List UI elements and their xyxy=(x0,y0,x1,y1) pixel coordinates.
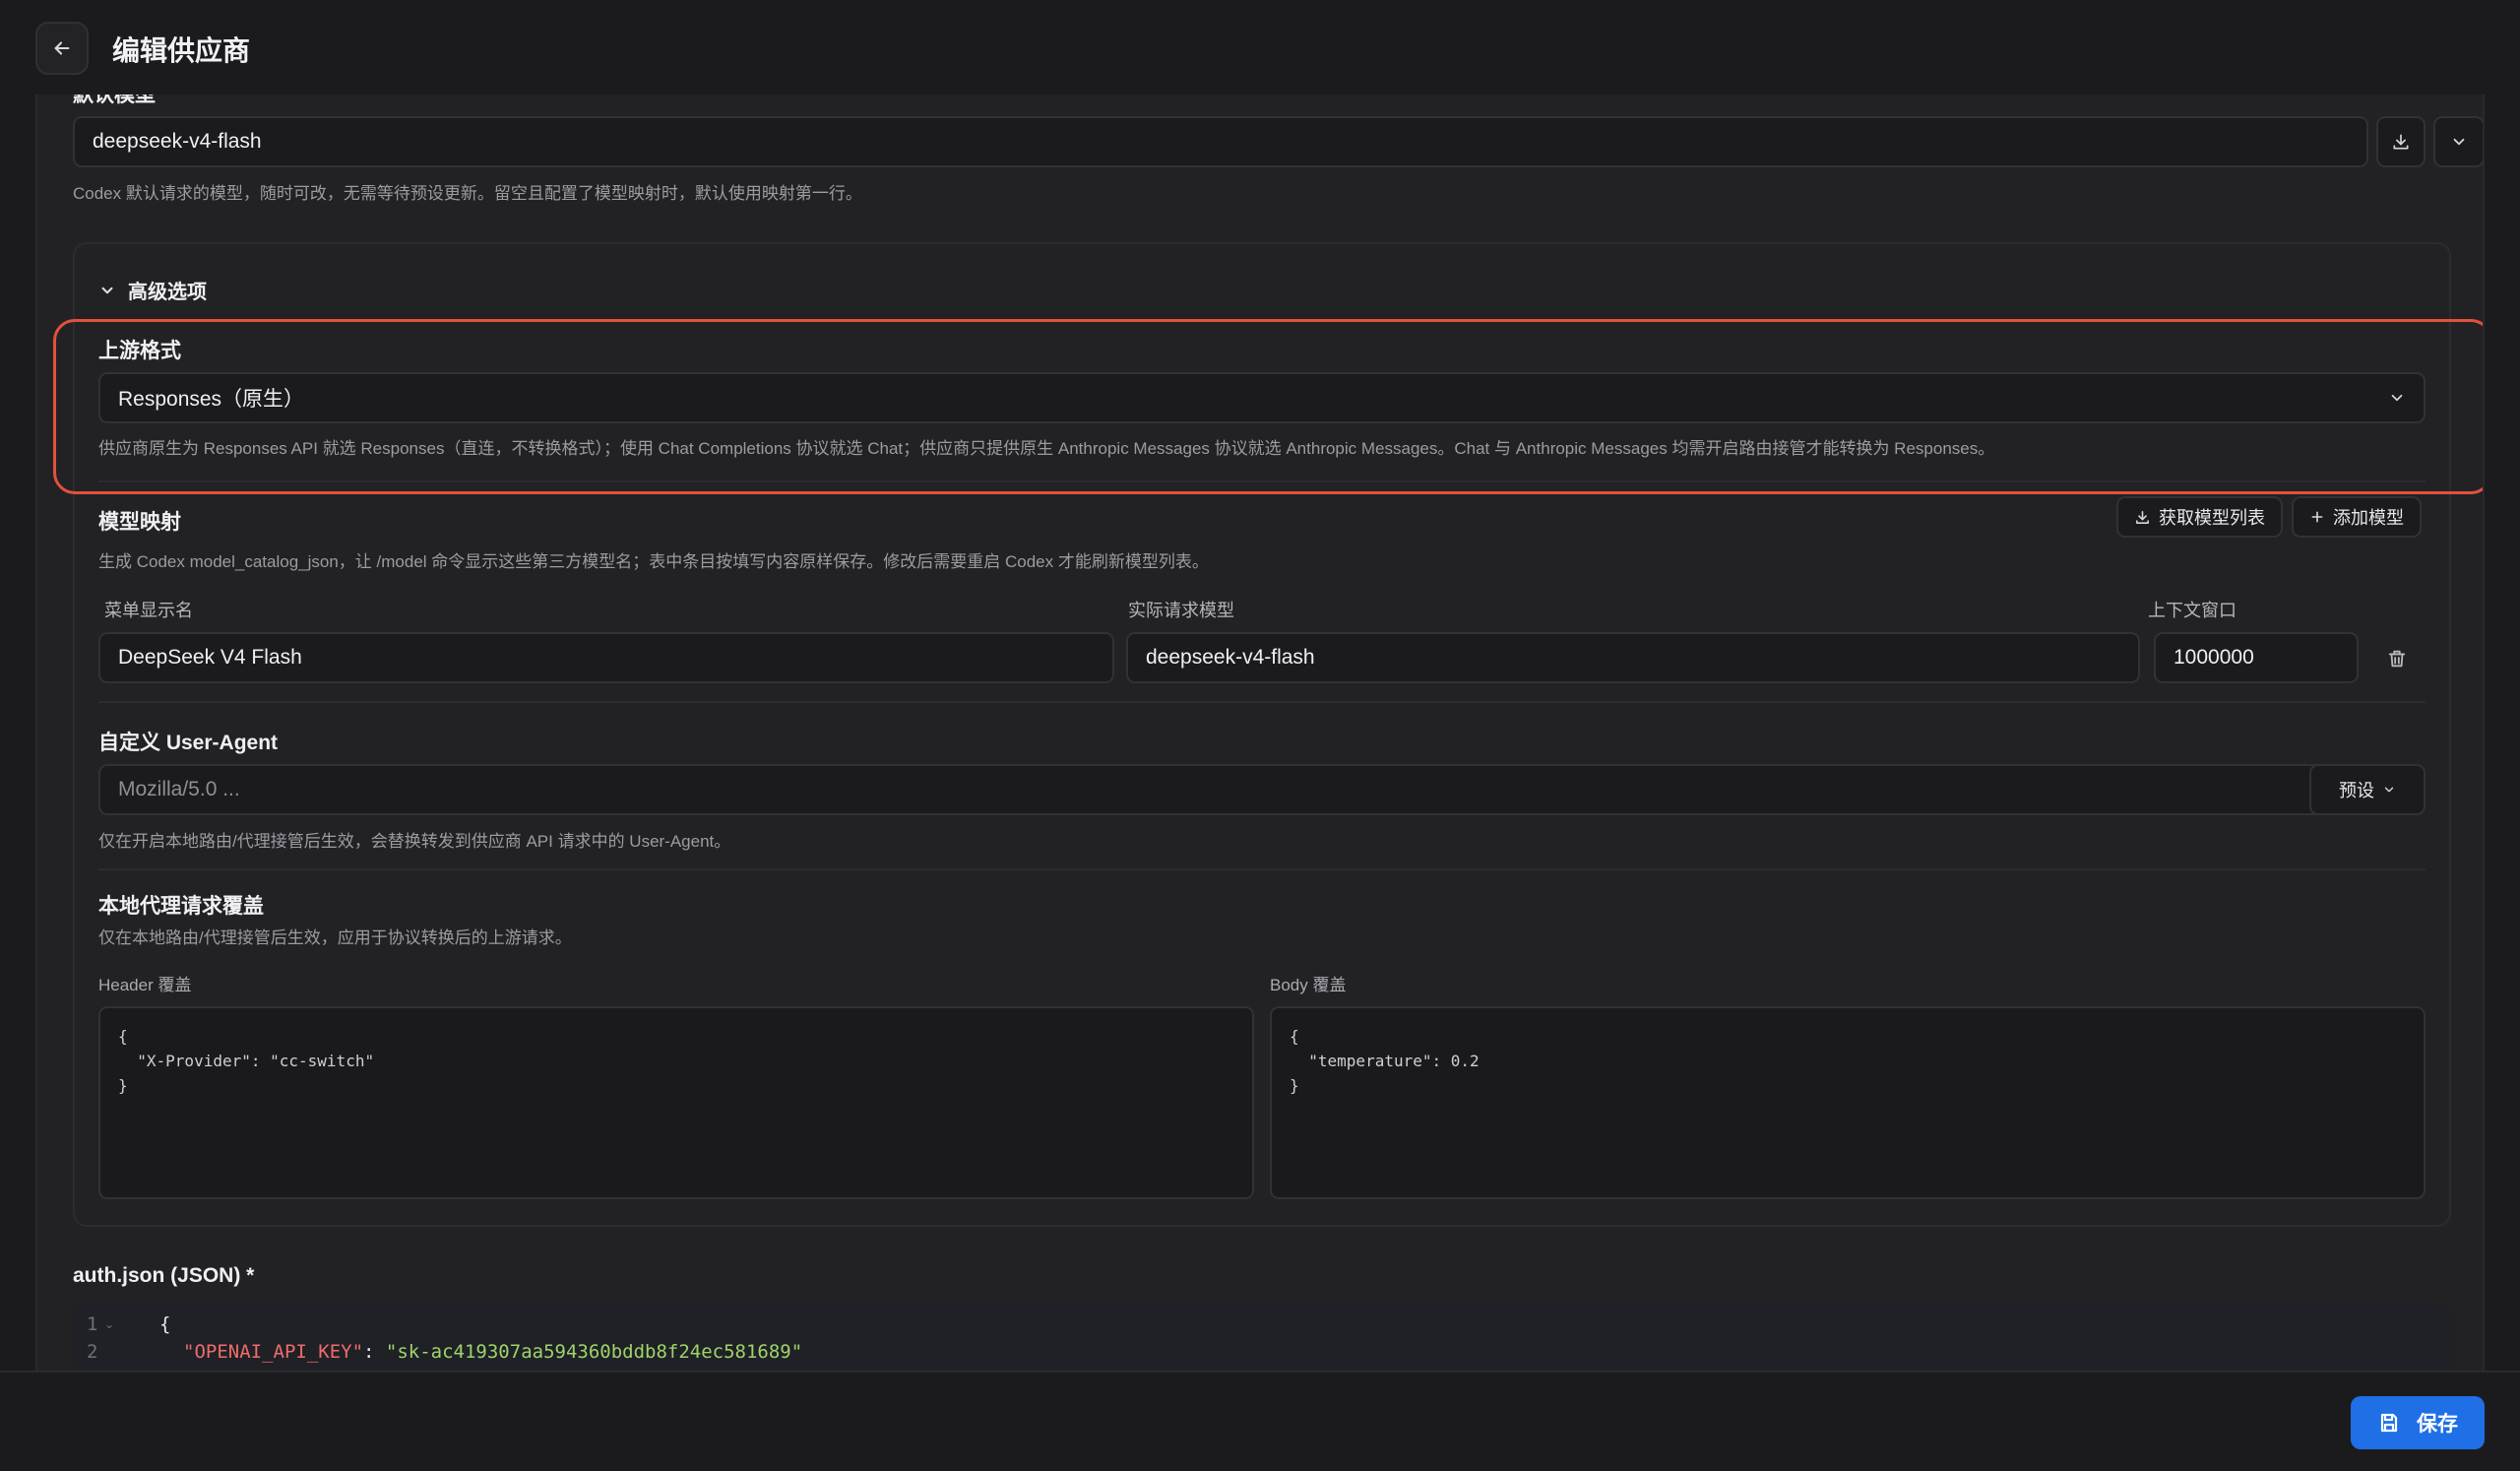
code-line-1: { xyxy=(159,1313,171,1335)
model-mapping-label: 模型映射 xyxy=(98,511,181,534)
fetch-model-button[interactable] xyxy=(2376,116,2426,167)
page-title: 编辑供应商 xyxy=(112,35,251,66)
default-model-hint: Codex 默认请求的模型，随时可改，无需等待预设更新。留空且配置了模型映射时，… xyxy=(73,184,862,203)
save-button[interactable]: 保存 xyxy=(2351,1396,2485,1449)
default-model-label: 默认模型 xyxy=(73,95,156,106)
trash-icon xyxy=(2388,650,2406,668)
auth-json-label: auth.json (JSON) * xyxy=(73,1264,255,1287)
json-string: "sk-ac419307aa594360bddb8f24ec581689" xyxy=(385,1341,803,1363)
fetch-model-list-button[interactable]: 获取模型列表 xyxy=(2116,496,2283,538)
add-model-button[interactable]: 添加模型 xyxy=(2292,496,2422,538)
default-model-input[interactable]: deepseek-v4-flash xyxy=(73,116,2368,167)
chevron-down-icon xyxy=(101,287,113,293)
highlight-annotation xyxy=(53,319,2483,494)
header-override-textarea[interactable]: { "X-Provider": "cc-switch" } xyxy=(98,1006,1254,1199)
advanced-options-label: 高级选项 xyxy=(128,282,207,303)
context-window-input[interactable]: 1000000 xyxy=(2154,632,2359,683)
chevron-down-icon xyxy=(2453,138,2465,146)
line-number: 1 xyxy=(87,1313,98,1335)
back-button[interactable] xyxy=(35,22,89,75)
download-icon xyxy=(2393,134,2409,150)
column-header-request-model: 实际请求模型 xyxy=(1128,601,1234,620)
body-override-label: Body 覆盖 xyxy=(1270,976,1347,994)
user-agent-hint: 仅在开启本地路由/代理接管后生效，会替换转发到供应商 API 请求中的 User… xyxy=(98,832,731,851)
save-icon xyxy=(2380,1413,2398,1433)
json-key: "OPENAI_API_KEY" xyxy=(183,1341,364,1363)
code-line-2: "OPENAI_API_KEY": "sk-ac419307aa594360bd… xyxy=(183,1341,802,1363)
user-agent-input[interactable]: Mozilla/5.0 ... xyxy=(98,764,2329,815)
header-override-label: Header 覆盖 xyxy=(98,976,192,994)
arrow-left-icon xyxy=(54,41,70,55)
chevron-down-icon xyxy=(2384,787,2394,793)
override-hint: 仅在本地路由/代理接管后生效，应用于协议转换后的上游请求。 xyxy=(98,928,572,947)
download-icon xyxy=(2136,510,2149,524)
plus-icon xyxy=(2311,511,2323,523)
column-header-display-name: 菜单显示名 xyxy=(104,601,193,620)
add-model-label: 添加模型 xyxy=(2333,508,2404,528)
display-name-input[interactable]: DeepSeek V4 Flash xyxy=(98,632,1114,683)
model-mapping-hint: 生成 Codex model_catalog_json，让 /model 命令显… xyxy=(98,552,1209,571)
user-agent-preset-label: 预设 xyxy=(2339,781,2374,800)
user-agent-label: 自定义 User-Agent xyxy=(98,732,279,754)
body-override-textarea[interactable]: { "temperature": 0.2 } xyxy=(1270,1006,2426,1199)
page-footer: 保存 xyxy=(0,1371,2520,1471)
page-header: 编辑供应商 xyxy=(0,0,2520,95)
column-header-context-window: 上下文窗口 xyxy=(2148,601,2236,620)
line-number: 2 xyxy=(87,1341,98,1363)
divider xyxy=(98,701,2426,703)
main-panel: 默认模型 deepseek-v4-flash Codex 默认请求的模型，随时可… xyxy=(35,95,2485,1371)
model-dropdown-button[interactable] xyxy=(2433,116,2483,167)
request-model-input[interactable]: deepseek-v4-flash xyxy=(1126,632,2140,683)
auth-json-editor[interactable]: 1 ⌄ { 2 "OPENAI_API_KEY": "sk-ac419307aa… xyxy=(73,1304,2451,1371)
advanced-options-toggle[interactable]: 高级选项 xyxy=(98,276,207,304)
override-label: 本地代理请求覆盖 xyxy=(98,895,264,918)
delete-row-button[interactable] xyxy=(2382,644,2412,673)
json-separator: : xyxy=(363,1341,386,1363)
save-label: 保存 xyxy=(2417,1413,2458,1436)
user-agent-preset-button[interactable]: 预设 xyxy=(2309,764,2426,815)
divider xyxy=(98,868,2426,870)
fold-chevron-icon[interactable]: ⌄ xyxy=(104,1317,114,1331)
fetch-model-list-label: 获取模型列表 xyxy=(2159,508,2265,528)
